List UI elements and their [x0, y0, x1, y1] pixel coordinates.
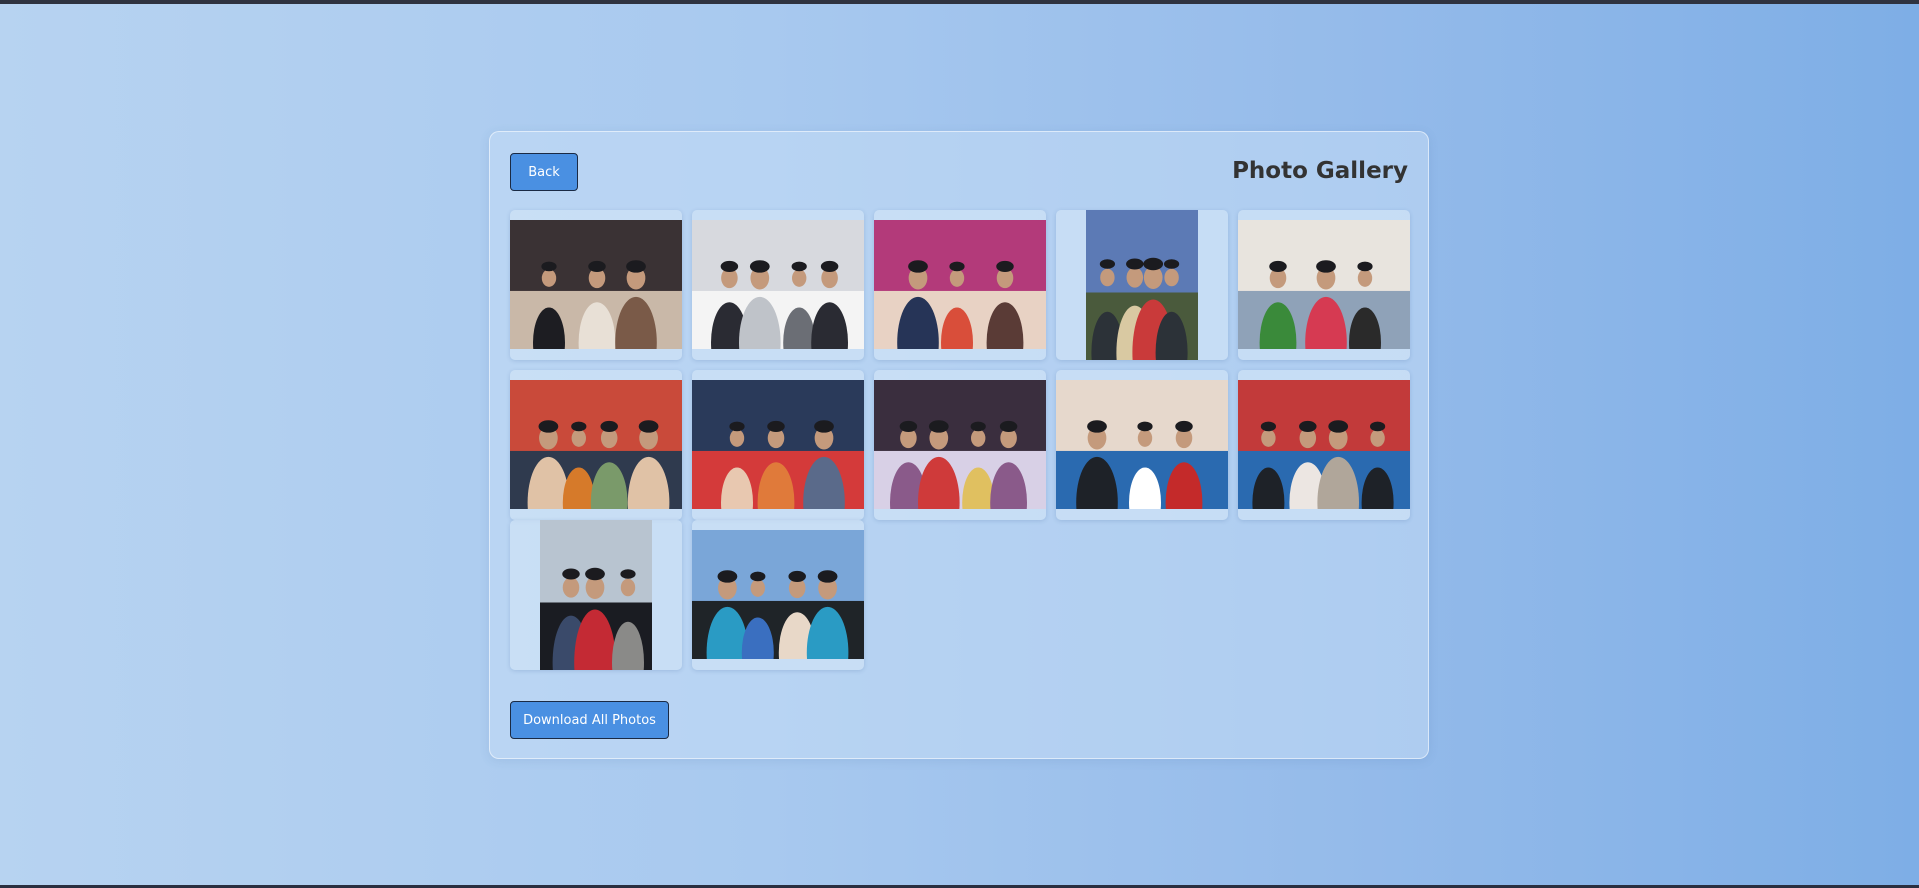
gallery-photo-tile[interactable]	[1238, 210, 1410, 360]
gallery-photo	[692, 530, 864, 659]
gallery-photo	[874, 220, 1046, 349]
gallery-panel: Back Photo Gallery Download All Photos	[489, 131, 1429, 759]
gallery-photo-tile[interactable]	[510, 520, 682, 670]
gallery-photo-tile[interactable]	[510, 370, 682, 520]
gallery-photo	[1056, 380, 1228, 509]
gallery-photo-tile[interactable]	[692, 520, 864, 670]
back-button[interactable]: Back	[510, 153, 578, 191]
gallery-photo	[510, 220, 682, 349]
gallery-photo	[1086, 210, 1198, 360]
gallery-photo-tile[interactable]	[692, 370, 864, 520]
gallery-photo-tile[interactable]	[510, 210, 682, 360]
gallery-photo	[692, 380, 864, 509]
gallery-photo	[510, 380, 682, 509]
page-title: Photo Gallery	[1232, 158, 1408, 184]
gallery-photo-tile[interactable]	[692, 210, 864, 360]
gallery-photo-tile[interactable]	[1238, 370, 1410, 520]
gallery-photo-tile[interactable]	[874, 370, 1046, 520]
gallery-photo-tile[interactable]	[874, 210, 1046, 360]
gallery-photo	[874, 380, 1046, 509]
gallery-photo	[692, 220, 864, 349]
gallery-photo	[1238, 220, 1410, 349]
gallery-photo	[1238, 380, 1410, 509]
window-top-bar	[0, 0, 1919, 4]
gallery-photo-tile[interactable]	[1056, 210, 1228, 360]
gallery-photo-tile[interactable]	[1056, 370, 1228, 520]
download-all-button[interactable]: Download All Photos	[510, 701, 669, 739]
gallery-photo	[540, 520, 652, 670]
